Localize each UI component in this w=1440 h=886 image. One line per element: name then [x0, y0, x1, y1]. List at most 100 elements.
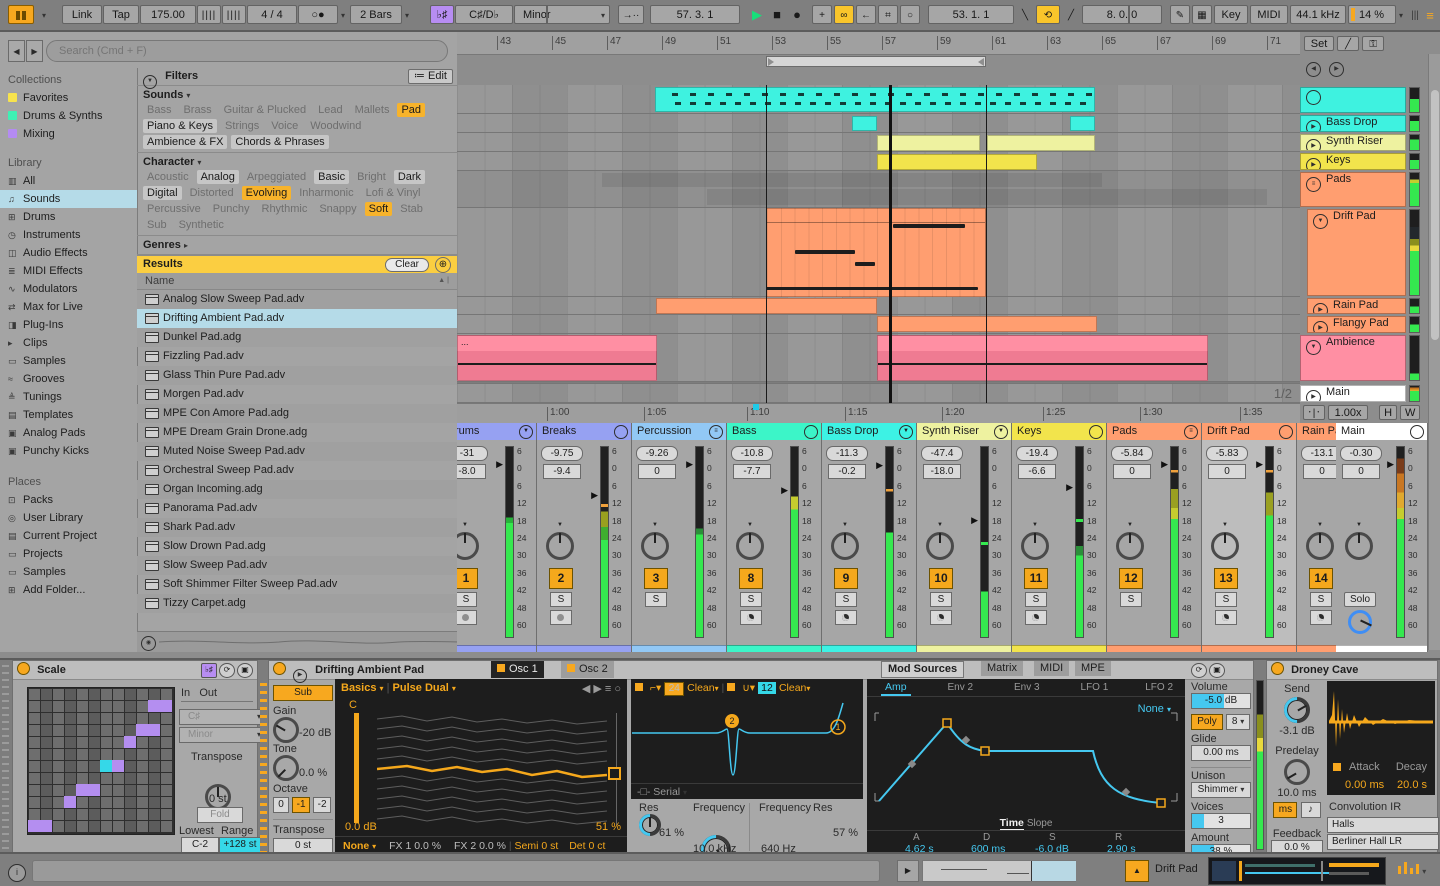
zoom-back-icon[interactable]: ◀: [1306, 62, 1321, 77]
arrangement-clip[interactable]: [877, 154, 1037, 170]
track-activator-button[interactable]: 10: [929, 568, 953, 589]
track-fold-icon[interactable]: ▼: [994, 425, 1008, 439]
scale-grid-cell[interactable]: [101, 737, 112, 748]
scale-grid-cell[interactable]: [113, 797, 124, 808]
scale-grid-cell[interactable]: [161, 725, 172, 736]
places-item[interactable]: ▤ Current Project: [0, 527, 137, 545]
performance-meter-icon[interactable]: ▾: [1398, 862, 1426, 877]
scale-grid-cell[interactable]: [113, 773, 124, 784]
ir-name-select[interactable]: Berliner Hall LR: [1327, 834, 1439, 850]
search-input[interactable]: [46, 40, 448, 62]
peak-level-display[interactable]: -31: [457, 446, 488, 461]
fold-button[interactable]: Fold: [197, 807, 243, 823]
scale-grid-cell[interactable]: [161, 785, 172, 796]
scale-grid-active-cell[interactable]: [112, 760, 124, 772]
result-row[interactable]: Orchestral Sweep Pad.adv: [137, 461, 457, 480]
arrangement-clip[interactable]: [852, 116, 877, 131]
scale-grid-cell[interactable]: [65, 761, 76, 772]
new-midi-track-button[interactable]: +: [812, 5, 832, 24]
track-header[interactable]: ▶ Keys: [1300, 153, 1406, 170]
crossfade-knob[interactable]: [1348, 610, 1372, 634]
env-slope-tab[interactable]: Slope: [1027, 818, 1053, 829]
scale-grid-cell[interactable]: [161, 749, 172, 760]
scale-grid-cell[interactable]: [65, 785, 76, 796]
metronome-button[interactable]: ○●: [298, 5, 338, 24]
volume-handle[interactable]: ▶: [971, 516, 978, 525]
scale-grid-cell[interactable]: [125, 725, 136, 736]
scale-grid-cell[interactable]: [149, 773, 160, 784]
beat-time-ruler[interactable]: 43 45 47 49 51 53 55 57 59 61 63 65 67 69 71: [457, 32, 1300, 55]
peak-level-display[interactable]: -11.3: [826, 446, 868, 461]
scale-grid-cell[interactable]: [89, 821, 100, 832]
scale-grid-cell[interactable]: [137, 737, 148, 748]
arrangement-clip[interactable]: [707, 189, 1267, 205]
library-item[interactable]: ▭ Samples: [0, 352, 137, 370]
solo-button[interactable]: S: [1025, 592, 1047, 607]
clip-overview-minimap[interactable]: [922, 860, 1076, 882]
track-lane[interactable]: [457, 297, 1300, 315]
track-play-icon[interactable]: [1306, 90, 1321, 105]
scale-device-title-bar[interactable]: Scale ♭♯ ⟳ ▣: [13, 661, 257, 680]
arrangement-clip[interactable]: [877, 135, 980, 151]
clear-filters-button[interactable]: Clear: [385, 258, 429, 272]
scale-grid-cell[interactable]: [113, 737, 124, 748]
scale-grid-cell[interactable]: [65, 713, 76, 724]
volume-field[interactable]: -0.2: [828, 464, 866, 479]
voices-select[interactable]: 8 ▾: [1226, 714, 1251, 730]
tone-knob[interactable]: [273, 755, 299, 781]
genres-filter-heading[interactable]: Genres ▸: [137, 236, 457, 255]
solo-button[interactable]: S: [645, 592, 667, 607]
filter-tag[interactable]: Percussive: [143, 202, 205, 216]
scale-grid-cell[interactable]: [137, 761, 148, 772]
punch-in-icon[interactable]: ╲: [1016, 5, 1034, 24]
track-activator-button[interactable]: 12: [1119, 568, 1143, 589]
scale-grid-cell[interactable]: [113, 725, 124, 736]
hot-swap-icon[interactable]: ⟳: [1191, 663, 1207, 678]
quantize-caret-icon[interactable]: ▾: [402, 5, 412, 24]
track-activator-button[interactable]: 14: [1309, 568, 1333, 589]
filter-tag[interactable]: Pad: [397, 103, 426, 117]
audition-icon[interactable]: ᛫|᛫: [1303, 405, 1325, 420]
tab-mpe[interactable]: MPE: [1075, 661, 1111, 676]
device-on-led[interactable]: [273, 662, 286, 675]
gain-value[interactable]: -20 dB: [299, 727, 333, 739]
result-row[interactable]: Analog Slow Sweep Pad.adv: [137, 290, 457, 309]
scale-grid-cell[interactable]: [65, 809, 76, 820]
scale-grid-cell[interactable]: [137, 821, 148, 832]
mixer-track-name[interactable]: Keys: [1012, 423, 1106, 440]
scale-grid-cell[interactable]: [29, 725, 40, 736]
track-activator-button[interactable]: 1: [457, 568, 478, 589]
tone-value[interactable]: 0.0 %: [299, 767, 333, 779]
pan-knob[interactable]: [1116, 532, 1144, 560]
filter-tag[interactable]: Piano & Keys: [143, 119, 218, 133]
octave-minus2-button[interactable]: -2: [313, 797, 332, 813]
result-row[interactable]: Soft Shimmer Filter Sweep Pad.adv: [137, 575, 457, 594]
scale-grid-cell[interactable]: [53, 701, 64, 712]
track-header[interactable]: ▶ Bass Drop: [1300, 115, 1406, 132]
arrangement-clip[interactable]: [1070, 116, 1095, 131]
lowest-value[interactable]: C-2: [181, 837, 219, 853]
scale-badge-icon[interactable]: ♭♯: [201, 663, 217, 678]
scale-grid-cell[interactable]: [101, 821, 112, 832]
stop-button[interactable]: ■: [768, 5, 786, 24]
result-row[interactable]: Morgen Pad.adv: [137, 385, 457, 404]
scale-grid-cell[interactable]: [77, 761, 88, 772]
volume-field[interactable]: -18.0: [923, 464, 961, 479]
library-item[interactable]: ▥ All: [0, 172, 137, 190]
library-item[interactable]: ▣ Analog Pads: [0, 424, 137, 442]
midi-note[interactable]: [855, 262, 875, 266]
unison-voices-value[interactable]: 3: [1191, 813, 1251, 829]
scale-grid-cell[interactable]: [161, 773, 172, 784]
solo-button[interactable]: S: [740, 592, 762, 607]
filter-curve[interactable]: 2 1: [632, 699, 862, 783]
result-row[interactable]: MPE Con Amore Pad.adg: [137, 404, 457, 423]
sync-button[interactable]: ♪: [1300, 802, 1321, 818]
arrangement-clip[interactable]: [877, 316, 1097, 332]
key-map-button[interactable]: Key: [1214, 5, 1248, 24]
filter-tag[interactable]: Soft: [364, 202, 393, 216]
height-zoom-button[interactable]: H: [1379, 405, 1398, 420]
filter-tag[interactable]: Evolving: [241, 186, 292, 200]
scale-grid-cell[interactable]: [149, 821, 160, 832]
solo-button[interactable]: S: [1215, 592, 1237, 607]
peak-level-display[interactable]: -9.75: [541, 446, 583, 461]
